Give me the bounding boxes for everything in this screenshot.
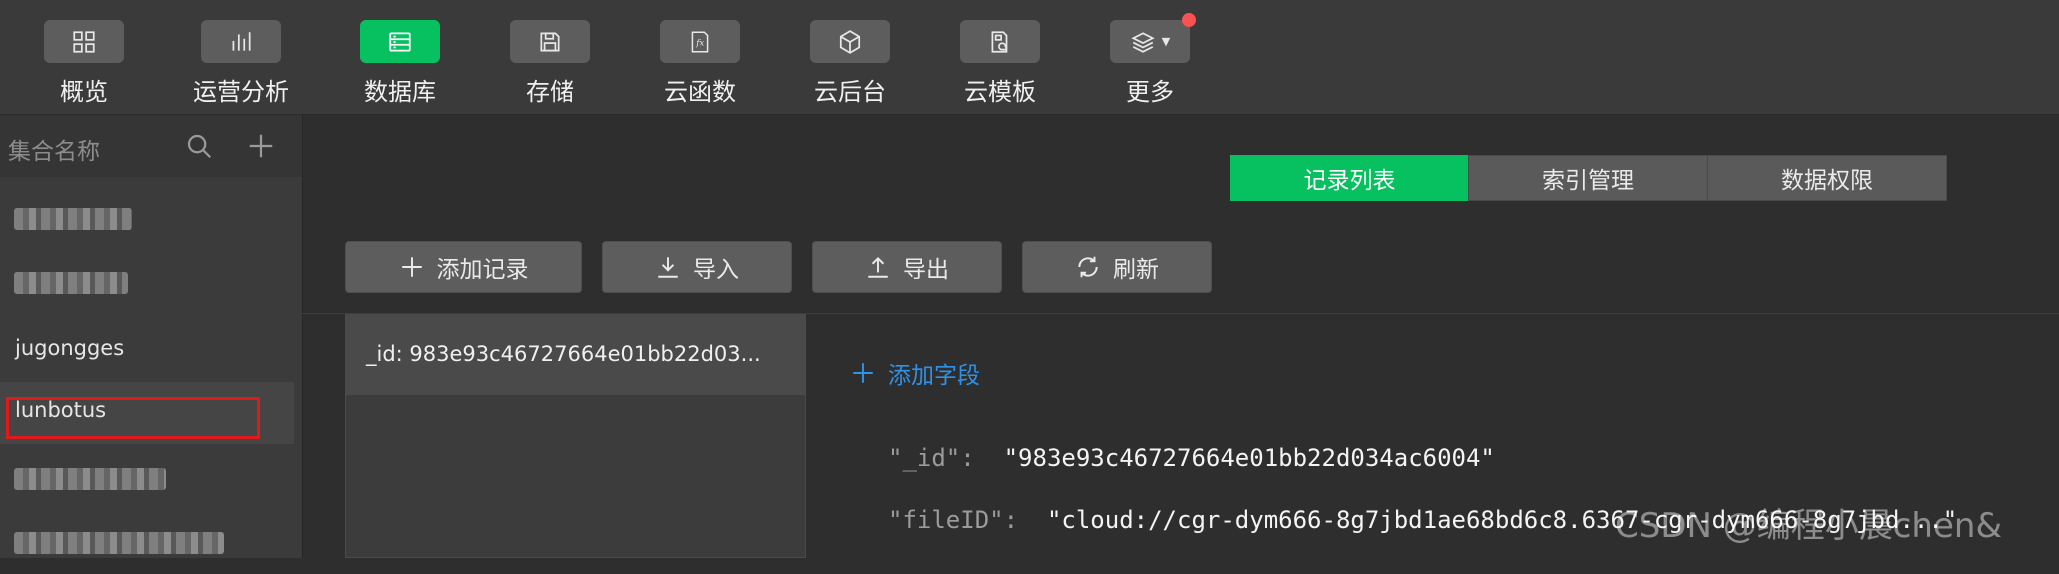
template-icon: [991, 30, 1008, 53]
toolbar-label: 存储: [526, 78, 574, 106]
import-label: 导入: [693, 257, 739, 283]
svg-text:fx: fx: [695, 38, 704, 48]
redacted-text: [14, 468, 166, 490]
tab-index-management[interactable]: 索引管理: [1468, 155, 1708, 201]
add-field-link[interactable]: 添加字段: [850, 356, 980, 390]
collection-item-obscured[interactable]: [0, 188, 302, 250]
tab-data-permissions[interactable]: 数据权限: [1707, 155, 1947, 201]
toolbar-item-storage[interactable]: 存储: [490, 0, 610, 114]
search-icon[interactable]: [184, 131, 214, 161]
cloud-template-button[interactable]: [960, 20, 1040, 63]
toolbar-item-cloud-backend[interactable]: 云后台: [790, 0, 910, 114]
download-icon: [658, 257, 678, 278]
toolbar-label: 云后台: [814, 78, 886, 106]
field-key: "_id":: [888, 444, 975, 472]
export-label: 导出: [903, 257, 949, 283]
collection-item-jugongges[interactable]: jugongges: [0, 321, 302, 383]
import-button[interactable]: 导入: [602, 241, 792, 293]
sidebar-title: 集合名称: [8, 139, 100, 165]
caret-down-icon: ▼: [1161, 35, 1171, 48]
record-list: _id: 983e93c46727664e01bb22d03...: [345, 314, 806, 558]
collection-item-obscured[interactable]: [0, 448, 302, 510]
toolbar-item-overview[interactable]: 概览: [24, 0, 144, 114]
highlight-box: [6, 397, 260, 439]
redacted-text: [14, 532, 224, 554]
toolbar-label: 更多: [1126, 78, 1174, 106]
add-field-label: 添加字段: [888, 363, 980, 389]
collection-name: jugongges: [15, 336, 125, 360]
refresh-icon: [1078, 256, 1098, 278]
redacted-text: [14, 272, 128, 294]
watermark-text: CSDN @编程小晨chen&: [1615, 506, 2002, 546]
add-record-button[interactable]: 添加记录: [345, 241, 582, 293]
database-icon: [389, 31, 411, 52]
add-record-label: 添加记录: [436, 257, 529, 283]
field-value: "983e93c46727664e01bb22d034ac6004": [1003, 444, 1495, 472]
record-list-item[interactable]: _id: 983e93c46727664e01bb22d03...: [346, 315, 805, 395]
cloud-backend-button[interactable]: [810, 20, 890, 63]
notification-dot: [1182, 13, 1196, 27]
storage-button[interactable]: [510, 20, 590, 63]
upload-icon: [868, 256, 888, 278]
toolbar-item-analytics[interactable]: 运营分析: [181, 0, 301, 114]
sidebar-header: 集合名称: [0, 115, 302, 177]
layers-icon: [1131, 31, 1155, 53]
tab-record-list[interactable]: 记录列表: [1230, 155, 1469, 201]
toolbar-label: 云函数: [664, 78, 736, 106]
toolbar-label: 运营分析: [193, 78, 289, 106]
more-button[interactable]: ▼: [1110, 20, 1190, 63]
refresh-button[interactable]: 刷新: [1022, 241, 1212, 293]
top-toolbar: 概览 运营分析 数据库 存储 fx 云函数 云后台 云模板 ▼ 更多: [0, 0, 2059, 115]
collection-item-obscured[interactable]: [0, 252, 302, 314]
plus-icon: [853, 363, 873, 383]
overview-button[interactable]: [44, 20, 124, 63]
toolbar-item-cloud-template[interactable]: 云模板: [940, 0, 1060, 114]
cube-icon: [839, 29, 861, 54]
toolbar-item-database[interactable]: 数据库: [340, 0, 460, 114]
toolbar-label: 概览: [60, 78, 108, 106]
cloud-function-button[interactable]: fx: [660, 20, 740, 63]
plus-icon: [401, 257, 422, 277]
export-button[interactable]: 导出: [812, 241, 1002, 293]
redacted-text: [14, 208, 132, 230]
analytics-button[interactable]: [201, 20, 281, 63]
toolbar-item-cloud-function[interactable]: fx 云函数: [640, 0, 760, 114]
bar-chart-icon: [232, 31, 251, 51]
save-disk-icon: [540, 31, 560, 52]
collection-item-obscured[interactable]: [0, 512, 302, 574]
document-field-id[interactable]: "_id": "983e93c46727664e01bb22d034ac6004…: [888, 444, 1495, 472]
database-button[interactable]: [360, 20, 440, 63]
collection-sidebar: 集合名称 jugongges lunbotus: [0, 115, 303, 558]
add-collection-icon[interactable]: [246, 131, 276, 161]
toolbar-label: 云模板: [964, 78, 1036, 106]
function-icon: fx: [691, 30, 709, 53]
record-id-label: _id: 983e93c46727664e01bb22d03...: [366, 342, 761, 366]
toolbar-label: 数据库: [364, 78, 436, 106]
field-key: "fileID":: [888, 506, 1019, 534]
refresh-label: 刷新: [1113, 257, 1159, 283]
grid-icon: [73, 30, 95, 53]
